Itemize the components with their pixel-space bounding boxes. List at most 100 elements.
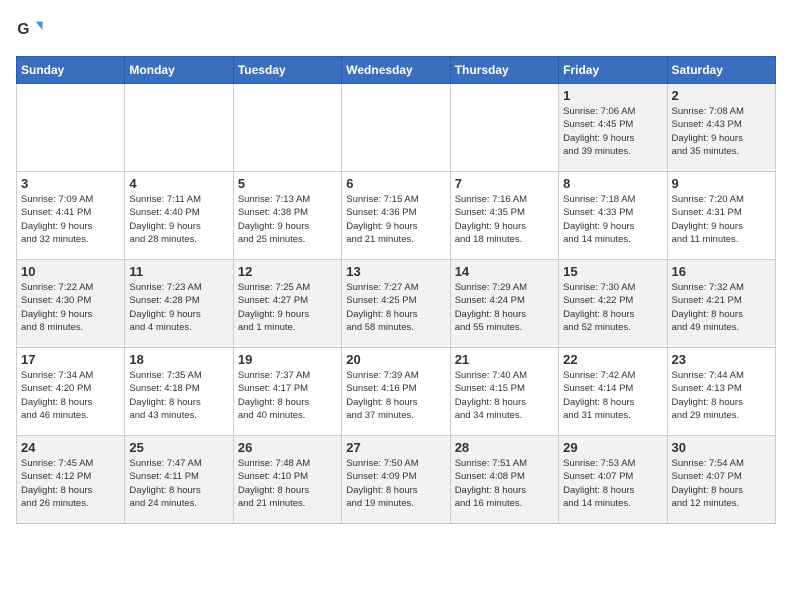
day-number: 17 — [21, 352, 120, 367]
calendar-cell: 2 Sunrise: 7:08 AM Sunset: 4:43 PM Daylig… — [667, 84, 775, 172]
day-number: 15 — [563, 264, 662, 279]
day-info: Sunrise: 7:15 AM Sunset: 4:36 PM Dayligh… — [346, 193, 445, 246]
day-info: Sunrise: 7:27 AM Sunset: 4:25 PM Dayligh… — [346, 281, 445, 334]
day-info: Sunrise: 7:37 AM Sunset: 4:17 PM Dayligh… — [238, 369, 337, 422]
day-info: Sunrise: 7:25 AM Sunset: 4:27 PM Dayligh… — [238, 281, 337, 334]
day-info: Sunrise: 7:29 AM Sunset: 4:24 PM Dayligh… — [455, 281, 554, 334]
logo: G — [16, 16, 48, 44]
day-number: 9 — [672, 176, 771, 191]
day-number: 11 — [129, 264, 228, 279]
day-number: 16 — [672, 264, 771, 279]
calendar-cell: 23 Sunrise: 7:44 AM Sunset: 4:13 PM Dayli… — [667, 348, 775, 436]
calendar-cell: 7Sunrise: 7:16 AM Sunset: 4:35 PM Daylig… — [450, 172, 558, 260]
day-info: Sunrise: 7:34 AM Sunset: 4:20 PM Dayligh… — [21, 369, 120, 422]
weekday-header: Sunday — [17, 57, 125, 84]
day-info: Sunrise: 7:45 AM Sunset: 4:12 PM Dayligh… — [21, 457, 120, 510]
day-number: 5 — [238, 176, 337, 191]
calendar-cell: 26 Sunrise: 7:48 AM Sunset: 4:10 PM Dayli… — [233, 436, 341, 524]
day-number: 18 — [129, 352, 228, 367]
calendar-cell: 22 Sunrise: 7:42 AM Sunset: 4:14 PM Dayli… — [559, 348, 667, 436]
day-number: 6 — [346, 176, 445, 191]
weekday-header: Friday — [559, 57, 667, 84]
day-number: 26 — [238, 440, 337, 455]
calendar-cell: 17 Sunrise: 7:34 AM Sunset: 4:20 PM Dayli… — [17, 348, 125, 436]
day-info: Sunrise: 7:22 AM Sunset: 4:30 PM Dayligh… — [21, 281, 120, 334]
calendar-cell — [17, 84, 125, 172]
day-number: 23 — [672, 352, 771, 367]
calendar-cell: 18Sunrise: 7:35 AM Sunset: 4:18 PM Dayli… — [125, 348, 233, 436]
day-info: Sunrise: 7:44 AM Sunset: 4:13 PM Dayligh… — [672, 369, 771, 422]
calendar-cell: 19 Sunrise: 7:37 AM Sunset: 4:17 PM Dayli… — [233, 348, 341, 436]
day-number: 25 — [129, 440, 228, 455]
calendar-cell: 11Sunrise: 7:23 AM Sunset: 4:28 PM Dayli… — [125, 260, 233, 348]
weekday-header: Thursday — [450, 57, 558, 84]
day-number: 24 — [21, 440, 120, 455]
day-info: Sunrise: 7:48 AM Sunset: 4:10 PM Dayligh… — [238, 457, 337, 510]
day-info: Sunrise: 7:11 AM Sunset: 4:40 PM Dayligh… — [129, 193, 228, 246]
day-number: 14 — [455, 264, 554, 279]
weekday-header: Wednesday — [342, 57, 450, 84]
logo-icon: G — [16, 16, 44, 44]
day-number: 2 — [672, 88, 771, 103]
calendar-cell: 5 Sunrise: 7:13 AM Sunset: 4:38 PM Daylig… — [233, 172, 341, 260]
day-number: 22 — [563, 352, 662, 367]
calendar-cell: 14 Sunrise: 7:29 AM Sunset: 4:24 PM Dayli… — [450, 260, 558, 348]
day-info: Sunrise: 7:32 AM Sunset: 4:21 PM Dayligh… — [672, 281, 771, 334]
day-number: 4 — [129, 176, 228, 191]
day-info: Sunrise: 7:47 AM Sunset: 4:11 PM Dayligh… — [129, 457, 228, 510]
calendar-cell — [233, 84, 341, 172]
day-number: 3 — [21, 176, 120, 191]
weekday-header: Monday — [125, 57, 233, 84]
calendar-cell: 8 Sunrise: 7:18 AM Sunset: 4:33 PM Daylig… — [559, 172, 667, 260]
day-info: Sunrise: 7:53 AM Sunset: 4:07 PM Dayligh… — [563, 457, 662, 510]
day-number: 28 — [455, 440, 554, 455]
day-info: Sunrise: 7:06 AM Sunset: 4:45 PM Dayligh… — [563, 105, 662, 158]
calendar-cell: 16 Sunrise: 7:32 AM Sunset: 4:21 PM Dayli… — [667, 260, 775, 348]
calendar-cell: 10 Sunrise: 7:22 AM Sunset: 4:30 PM Dayli… — [17, 260, 125, 348]
calendar-cell: 12Sunrise: 7:25 AM Sunset: 4:27 PM Dayli… — [233, 260, 341, 348]
calendar-cell — [125, 84, 233, 172]
day-number: 20 — [346, 352, 445, 367]
day-number: 10 — [21, 264, 120, 279]
day-number: 13 — [346, 264, 445, 279]
day-info: Sunrise: 7:39 AM Sunset: 4:16 PM Dayligh… — [346, 369, 445, 422]
day-number: 29 — [563, 440, 662, 455]
day-number: 19 — [238, 352, 337, 367]
calendar-cell — [450, 84, 558, 172]
calendar-cell — [342, 84, 450, 172]
day-info: Sunrise: 7:50 AM Sunset: 4:09 PM Dayligh… — [346, 457, 445, 510]
calendar-cell: 3 Sunrise: 7:09 AM Sunset: 4:41 PM Daylig… — [17, 172, 125, 260]
day-info: Sunrise: 7:54 AM Sunset: 4:07 PM Dayligh… — [672, 457, 771, 510]
calendar-cell: 30Sunrise: 7:54 AM Sunset: 4:07 PM Dayli… — [667, 436, 775, 524]
weekday-header: Tuesday — [233, 57, 341, 84]
day-info: Sunrise: 7:40 AM Sunset: 4:15 PM Dayligh… — [455, 369, 554, 422]
day-number: 27 — [346, 440, 445, 455]
calendar-cell: 29 Sunrise: 7:53 AM Sunset: 4:07 PM Dayli… — [559, 436, 667, 524]
calendar-cell: 4 Sunrise: 7:11 AM Sunset: 4:40 PM Daylig… — [125, 172, 233, 260]
day-number: 1 — [563, 88, 662, 103]
calendar-cell: 28 Sunrise: 7:51 AM Sunset: 4:08 PM Dayli… — [450, 436, 558, 524]
svg-text:G: G — [17, 21, 29, 38]
calendar-cell: 20 Sunrise: 7:39 AM Sunset: 4:16 PM Dayli… — [342, 348, 450, 436]
day-info: Sunrise: 7:08 AM Sunset: 4:43 PM Dayligh… — [672, 105, 771, 158]
weekday-header: Saturday — [667, 57, 775, 84]
calendar-cell: 15 Sunrise: 7:30 AM Sunset: 4:22 PM Dayli… — [559, 260, 667, 348]
calendar-cell: 27 Sunrise: 7:50 AM Sunset: 4:09 PM Dayli… — [342, 436, 450, 524]
day-number: 21 — [455, 352, 554, 367]
day-info: Sunrise: 7:13 AM Sunset: 4:38 PM Dayligh… — [238, 193, 337, 246]
day-number: 8 — [563, 176, 662, 191]
calendar-cell: 6 Sunrise: 7:15 AM Sunset: 4:36 PM Daylig… — [342, 172, 450, 260]
page-header: G — [16, 16, 776, 44]
day-number: 7 — [455, 176, 554, 191]
calendar-cell: 1 Sunrise: 7:06 AM Sunset: 4:45 PM Daylig… — [559, 84, 667, 172]
day-info: Sunrise: 7:18 AM Sunset: 4:33 PM Dayligh… — [563, 193, 662, 246]
day-info: Sunrise: 7:30 AM Sunset: 4:22 PM Dayligh… — [563, 281, 662, 334]
calendar-cell: 25 Sunrise: 7:47 AM Sunset: 4:11 PM Dayli… — [125, 436, 233, 524]
calendar-cell: 9Sunrise: 7:20 AM Sunset: 4:31 PM Daylig… — [667, 172, 775, 260]
day-info: Sunrise: 7:42 AM Sunset: 4:14 PM Dayligh… — [563, 369, 662, 422]
calendar-table: SundayMondayTuesdayWednesdayThursdayFrid… — [16, 56, 776, 524]
calendar-cell: 21 Sunrise: 7:40 AM Sunset: 4:15 PM Dayli… — [450, 348, 558, 436]
day-info: Sunrise: 7:09 AM Sunset: 4:41 PM Dayligh… — [21, 193, 120, 246]
day-info: Sunrise: 7:51 AM Sunset: 4:08 PM Dayligh… — [455, 457, 554, 510]
calendar-cell: 24 Sunrise: 7:45 AM Sunset: 4:12 PM Dayli… — [17, 436, 125, 524]
